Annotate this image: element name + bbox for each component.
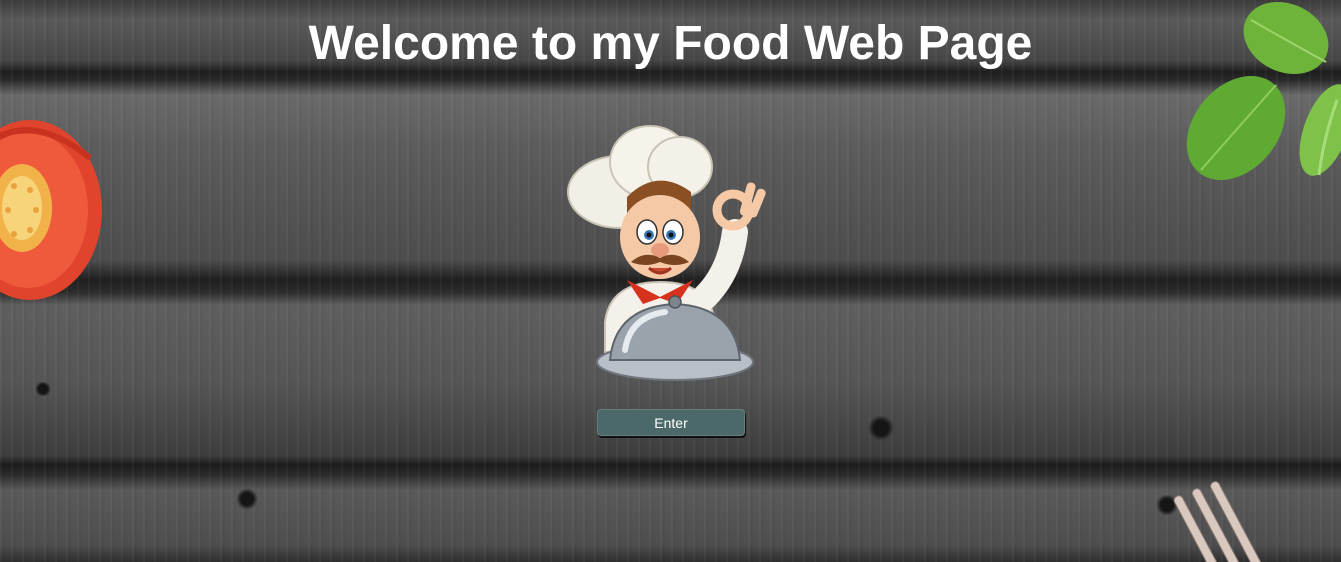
wood-knot	[236, 488, 258, 510]
wood-knot	[868, 415, 894, 441]
wood-knot	[34, 382, 52, 396]
chef-mascot-icon	[567, 125, 766, 381]
page-title: Welcome to my Food Web Page	[308, 17, 1033, 70]
basil-leaves-icon	[1186, 2, 1341, 180]
fork-icon	[1173, 481, 1264, 562]
tomato-slice-icon	[0, 120, 102, 300]
enter-button[interactable]: Enter	[597, 409, 745, 436]
